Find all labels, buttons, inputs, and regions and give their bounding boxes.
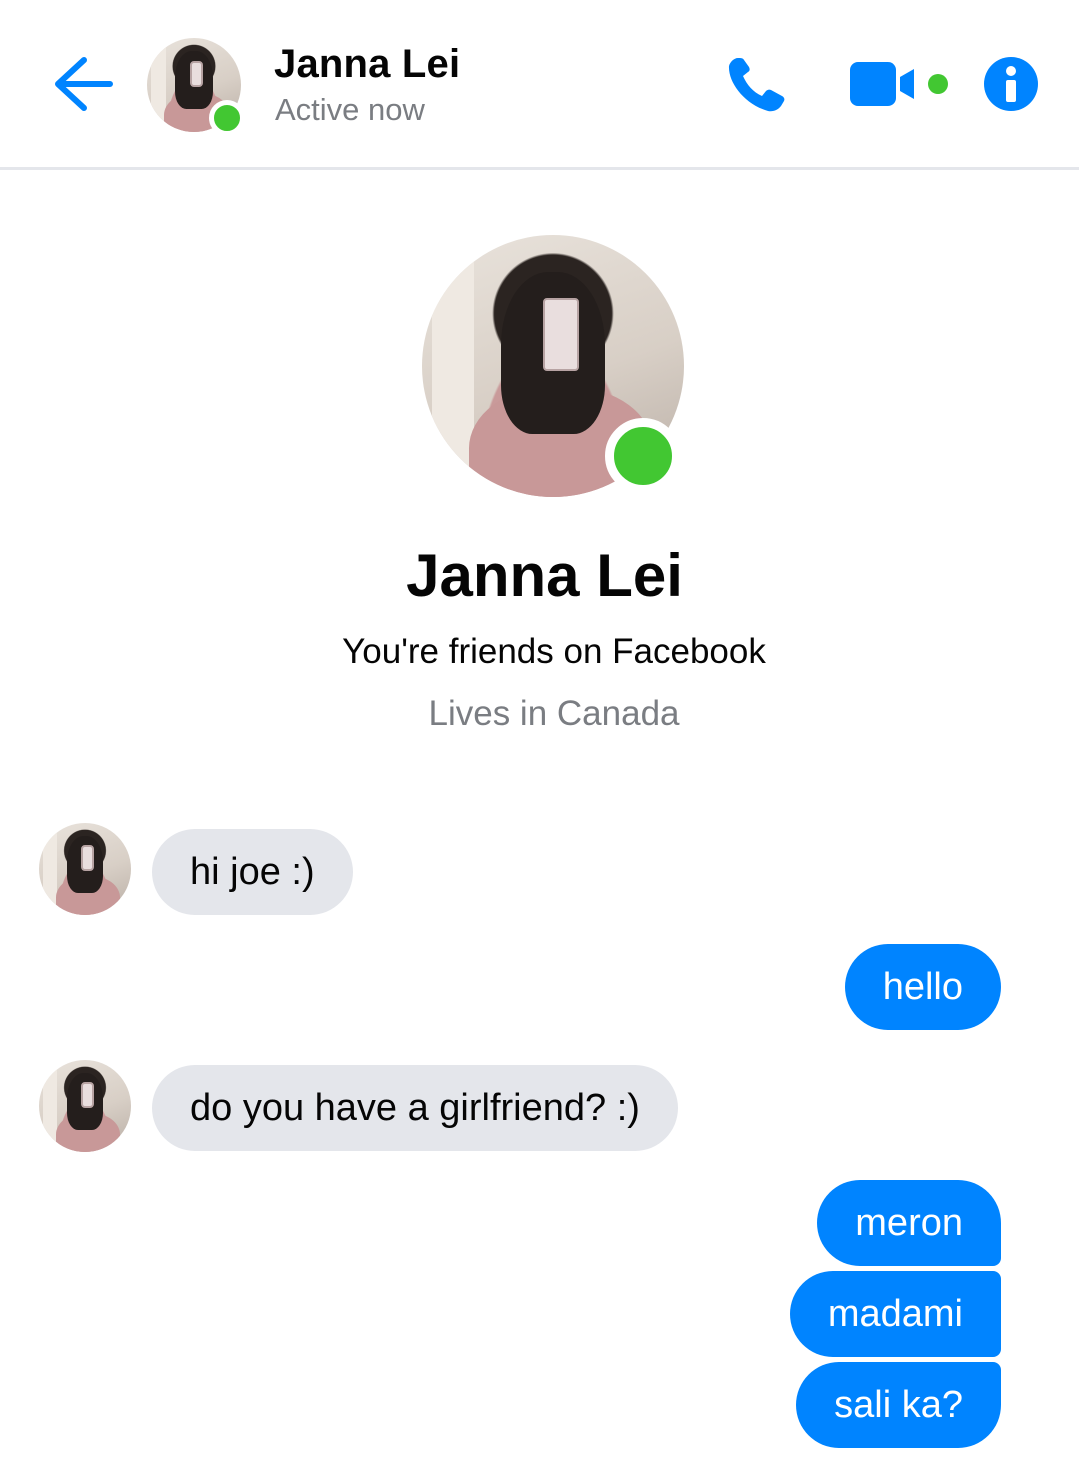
online-status-dot [605,418,681,494]
outgoing-message[interactable]: madami [789,1271,1001,1357]
outgoing-message[interactable]: sali ka? [796,1362,1001,1448]
incoming-message[interactable]: do you have a girlfriend? :) [152,1065,678,1151]
video-call-button[interactable] [848,60,952,108]
online-status-dot [209,100,245,136]
chat-header: Janna Lei Active now [0,0,1079,170]
video-camera-icon [850,62,948,106]
contact-name[interactable]: Janna Lei [274,42,460,87]
active-status: Active now [275,92,425,127]
back-arrow-icon [55,57,113,111]
friendship-info: You're friends on Facebook [342,632,766,671]
header-avatar-button[interactable] [147,38,245,136]
outgoing-message[interactable]: meron [817,1180,1001,1266]
incoming-message[interactable]: hi joe :) [152,829,353,915]
outgoing-message[interactable]: hello [844,944,1001,1030]
sender-avatar[interactable] [39,823,131,915]
profile-avatar-button[interactable] [422,235,686,499]
sender-avatar[interactable] [39,1060,131,1152]
location-info: Lives in Canada [428,694,680,733]
voice-call-button[interactable] [724,52,790,116]
conversation-info-button[interactable] [983,56,1039,112]
profile-name: Janna Lei [406,542,683,609]
phone-icon [728,58,785,112]
back-button[interactable] [48,52,116,116]
messenger-chat-screen: Janna Lei Active now Janna Lei You're fr… [0,0,1079,1479]
info-icon [984,57,1038,111]
